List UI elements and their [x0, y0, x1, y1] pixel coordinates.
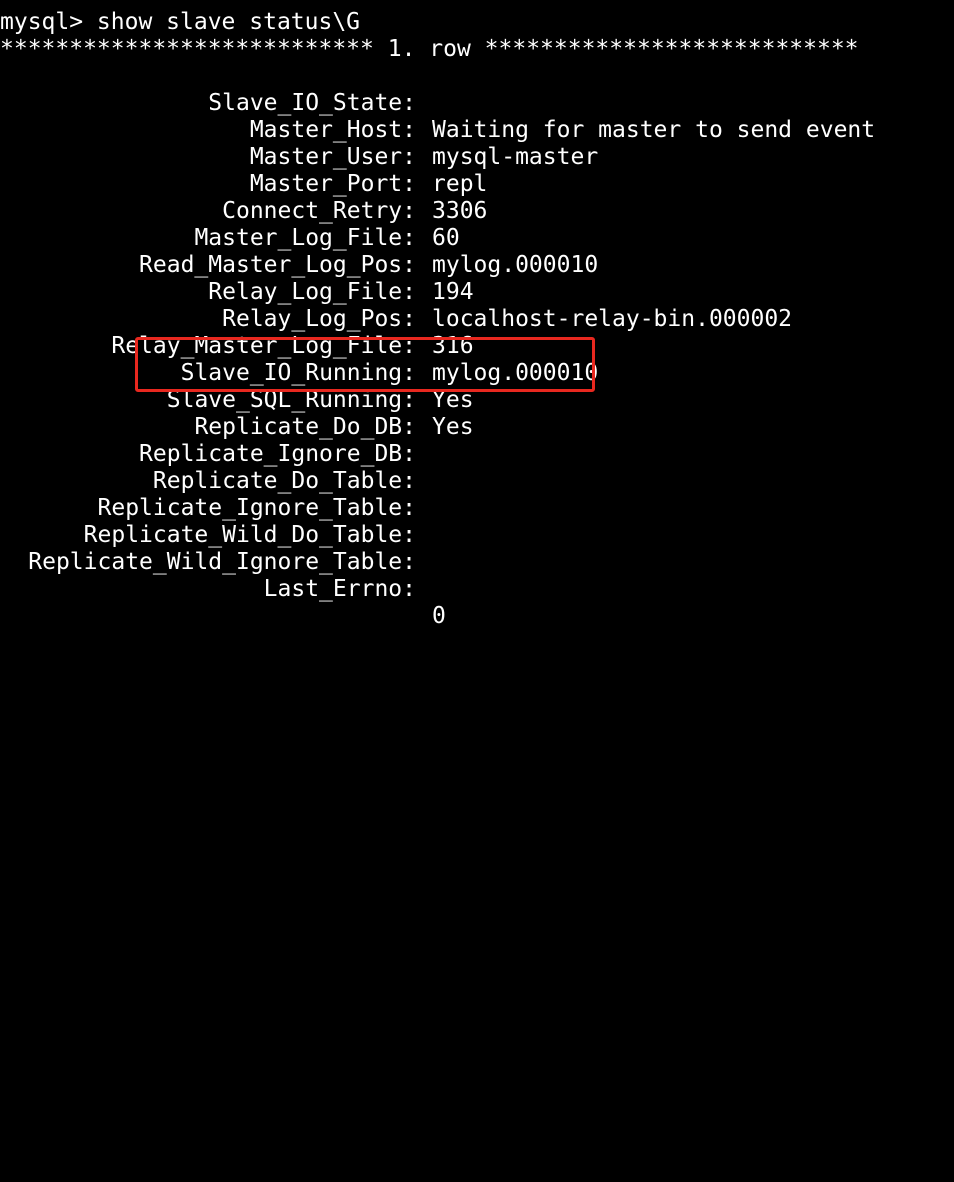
field-value-master-log-file: mylog.000010: [432, 252, 599, 278]
status-row: Slave_IO_State: Waiting for master to se…: [0, 63, 875, 143]
status-row: Relay_Log_Pos: 316: [0, 279, 473, 359]
status-row: Relay_Log_File: localhost-relay-bin.0000…: [0, 252, 792, 332]
status-row: Last_Errno: 0: [0, 549, 446, 629]
terminal-window[interactable]: mysql> show slave status\G *************…: [0, 0, 954, 629]
field-name-slave-io-state: Slave_IO_State:: [208, 90, 416, 116]
command-prompt-line: mysql> show slave status\G: [0, 9, 361, 35]
status-row: Replicate_Wild_Do_Table:: [0, 495, 416, 548]
status-row: Master_User: repl: [0, 117, 488, 197]
status-row: Slave_IO_Running: Yes: [0, 333, 474, 413]
field-value-read-master-log-pos: 194: [432, 279, 474, 305]
field-value-slave-io-state: Waiting for master to send event: [432, 117, 876, 143]
field-name-relay-log-file: Relay_Log_File:: [208, 279, 416, 305]
status-row: Master_Log_File: mylog.000010: [0, 198, 598, 278]
field-name-master-host: Master_Host:: [249, 117, 416, 143]
field-value-slave-sql-running: Yes: [432, 414, 474, 440]
field-name-replicate-do-table: Replicate_Do_Table:: [152, 468, 416, 494]
status-row: Replicate_Wild_Ignore_Table:: [0, 522, 416, 575]
field-name-master-user: Master_User:: [249, 144, 416, 170]
status-row: Connect_Retry: 60: [0, 171, 460, 251]
row-separator: *************************** 1. row *****…: [0, 36, 859, 62]
field-value-master-port: 3306: [432, 198, 488, 224]
field-value-relay-log-file: localhost-relay-bin.000002: [432, 306, 793, 332]
field-name-replicate-do-db: Replicate_Do_DB:: [194, 414, 416, 440]
status-row: Master_Host: mysql-master: [0, 90, 598, 170]
status-row: Relay_Master_Log_File: mylog.000010: [0, 306, 598, 386]
field-name-replicate-ignore-db: Replicate_Ignore_DB:: [139, 441, 416, 467]
field-name-replicate-wild-ignore-table: Replicate_Wild_Ignore_Table:: [28, 549, 416, 575]
field-name-replicate-ignore-table: Replicate_Ignore_Table:: [97, 495, 417, 521]
status-row: Replicate_Do_DB:: [0, 387, 416, 440]
status-row: Slave_SQL_Running: Yes: [0, 360, 474, 440]
field-value-master-host: mysql-master: [432, 144, 599, 170]
status-row: Replicate_Ignore_DB:: [0, 414, 416, 467]
field-name-replicate-wild-do-table: Replicate_Wild_Do_Table:: [83, 522, 416, 548]
field-value-last-errno: 0: [432, 603, 446, 629]
field-value-connect-retry: 60: [432, 225, 460, 251]
status-row: Replicate_Do_Table:: [0, 441, 416, 494]
field-name-last-errno: Last_Errno:: [263, 576, 416, 602]
field-value-master-user: repl: [432, 171, 488, 197]
status-row: Master_Port: 3306: [0, 144, 488, 224]
status-row: Replicate_Ignore_Table:: [0, 468, 417, 521]
field-name-connect-retry: Connect_Retry:: [222, 198, 416, 224]
running-status-highlight-box: [135, 337, 595, 392]
field-name-master-port: Master_Port:: [249, 171, 416, 197]
field-name-relay-log-pos: Relay_Log_Pos:: [222, 306, 416, 332]
field-name-master-log-file: Master_Log_File:: [194, 225, 416, 251]
field-name-read-master-log-pos: Read_Master_Log_Pos:: [139, 252, 416, 278]
status-row: Read_Master_Log_Pos: 194: [0, 225, 474, 305]
